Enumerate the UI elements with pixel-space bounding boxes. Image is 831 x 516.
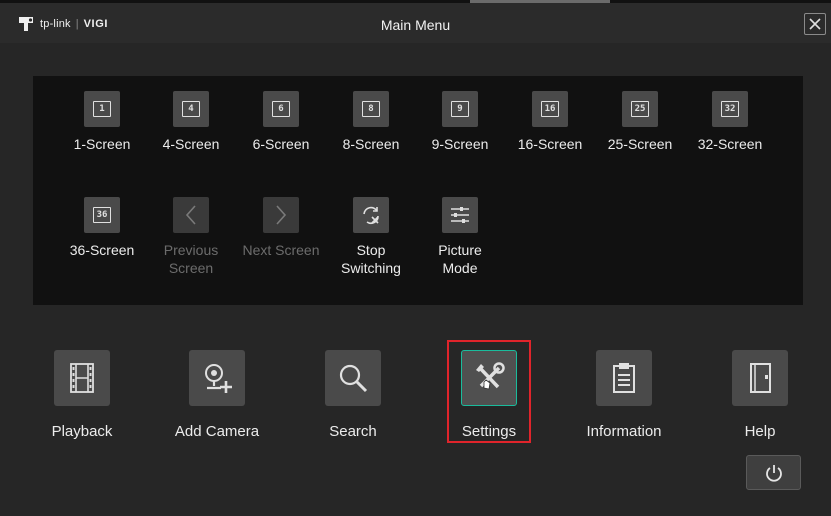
layout-4-icon: 4 <box>173 91 209 127</box>
layout-25-icon: 25 <box>622 91 658 127</box>
information-button[interactable]: Information <box>559 350 689 440</box>
layout-label: 32-Screen <box>697 136 763 152</box>
layout-label: 9-Screen <box>431 136 489 152</box>
picture-mode-button[interactable]: Picture Mode <box>415 197 505 277</box>
layout-1-icon: 1 <box>84 91 120 127</box>
layout-36-icon: 36 <box>84 197 120 233</box>
add-camera-button[interactable]: Add Camera <box>152 350 282 440</box>
title-bar: tp-link | VIGI Main Menu <box>0 3 831 43</box>
playback-label: Playback <box>51 423 113 440</box>
layout-36-screen[interactable]: 36 36-Screen <box>57 197 147 259</box>
layout-6-screen[interactable]: 6 6-Screen <box>236 91 326 153</box>
layout-8-icon: 8 <box>353 91 389 127</box>
magnifier-icon <box>325 350 381 406</box>
settings-highlight-box <box>447 340 531 443</box>
search-label: Search <box>329 423 377 440</box>
layout-1-screen[interactable]: 1 1-Screen <box>57 91 147 153</box>
layout-32-icon: 32 <box>712 91 748 127</box>
layout-label: 8-Screen <box>342 136 400 152</box>
layout-25-screen[interactable]: 25 25-Screen <box>595 91 685 153</box>
add-camera-label: Add Camera <box>174 423 260 440</box>
layout-label: 16-Screen <box>517 136 583 152</box>
clipboard-icon <box>596 350 652 406</box>
book-icon <box>732 350 788 406</box>
chevron-right-icon <box>263 197 299 233</box>
stop-switching-button[interactable]: Stop Switching <box>326 197 416 277</box>
close-button[interactable] <box>804 13 826 35</box>
layout-32-screen[interactable]: 32 32-Screen <box>685 91 775 153</box>
layout-label: 6-Screen <box>252 136 310 152</box>
refresh-stop-icon <box>353 197 389 233</box>
screen-layout-panel: 1 1-Screen 4 4-Screen 6 6-Screen 8 8-Scr… <box>33 76 803 305</box>
picture-mode-label: Picture Mode <box>438 242 482 276</box>
layout-9-icon: 9 <box>442 91 478 127</box>
layout-label: 1-Screen <box>73 136 131 152</box>
layout-16-screen[interactable]: 16 16-Screen <box>505 91 595 153</box>
layout-label: 36-Screen <box>69 242 135 258</box>
power-button[interactable] <box>746 455 801 490</box>
add-camera-icon <box>189 350 245 406</box>
next-screen-label: Next Screen <box>242 242 320 258</box>
layout-6-icon: 6 <box>263 91 299 127</box>
next-screen-button[interactable]: Next Screen <box>236 197 326 259</box>
layout-8-screen[interactable]: 8 8-Screen <box>326 91 416 153</box>
help-label: Help <box>744 423 776 440</box>
power-icon <box>765 464 782 482</box>
window-title: Main Menu <box>380 17 451 33</box>
sliders-icon <box>442 197 478 233</box>
layout-9-screen[interactable]: 9 9-Screen <box>415 91 505 153</box>
information-label: Information <box>586 423 662 440</box>
playback-button[interactable]: Playback <box>17 350 147 440</box>
layout-label: 25-Screen <box>607 136 673 152</box>
close-icon <box>809 18 821 30</box>
previous-screen-button[interactable]: Previous Screen <box>146 197 236 277</box>
layout-label: 4-Screen <box>162 136 220 152</box>
search-button[interactable]: Search <box>288 350 418 440</box>
previous-screen-label: Previous Screen <box>163 242 219 276</box>
help-button[interactable]: Help <box>695 350 825 440</box>
layout-4-screen[interactable]: 4 4-Screen <box>146 91 236 153</box>
stop-switching-label: Stop Switching <box>341 242 401 276</box>
layout-16-icon: 16 <box>532 91 568 127</box>
film-icon <box>54 350 110 406</box>
chevron-left-icon <box>173 197 209 233</box>
